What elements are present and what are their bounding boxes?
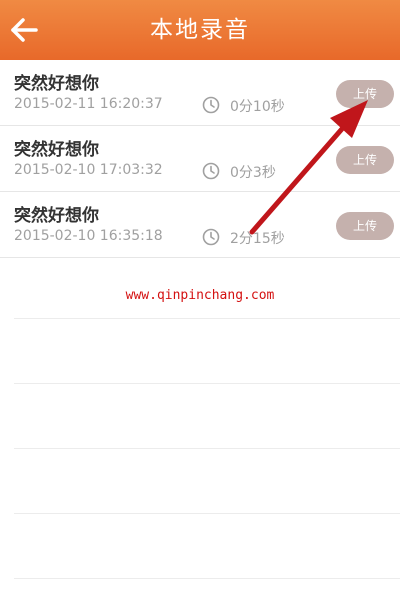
clock-icon bbox=[202, 162, 220, 180]
divider bbox=[14, 318, 400, 319]
recording-date: 2015-02-10 16:35:18 bbox=[14, 228, 163, 244]
recording-date: 2015-02-10 17:03:32 bbox=[14, 162, 163, 178]
clock-icon bbox=[202, 96, 220, 114]
top-bar: 本地录音 bbox=[0, 0, 400, 60]
recording-title: 突然好想你 bbox=[14, 74, 99, 94]
divider bbox=[14, 383, 400, 384]
divider bbox=[14, 513, 400, 514]
annotation-arrow bbox=[249, 100, 368, 235]
divider bbox=[14, 448, 400, 449]
watermark-text: www.qinpinchang.com bbox=[125, 288, 275, 303]
divider bbox=[14, 578, 400, 579]
recording-title: 突然好想你 bbox=[14, 140, 99, 160]
page-title: 本地录音 bbox=[150, 17, 250, 43]
recording-date: 2015-02-11 16:20:37 bbox=[14, 96, 163, 112]
screen: 本地录音 突然好想你 2015-02-11 16:20:37 0分10秒 上传 … bbox=[0, 0, 400, 594]
clock-icon bbox=[202, 228, 220, 246]
recording-title: 突然好想你 bbox=[14, 206, 99, 226]
